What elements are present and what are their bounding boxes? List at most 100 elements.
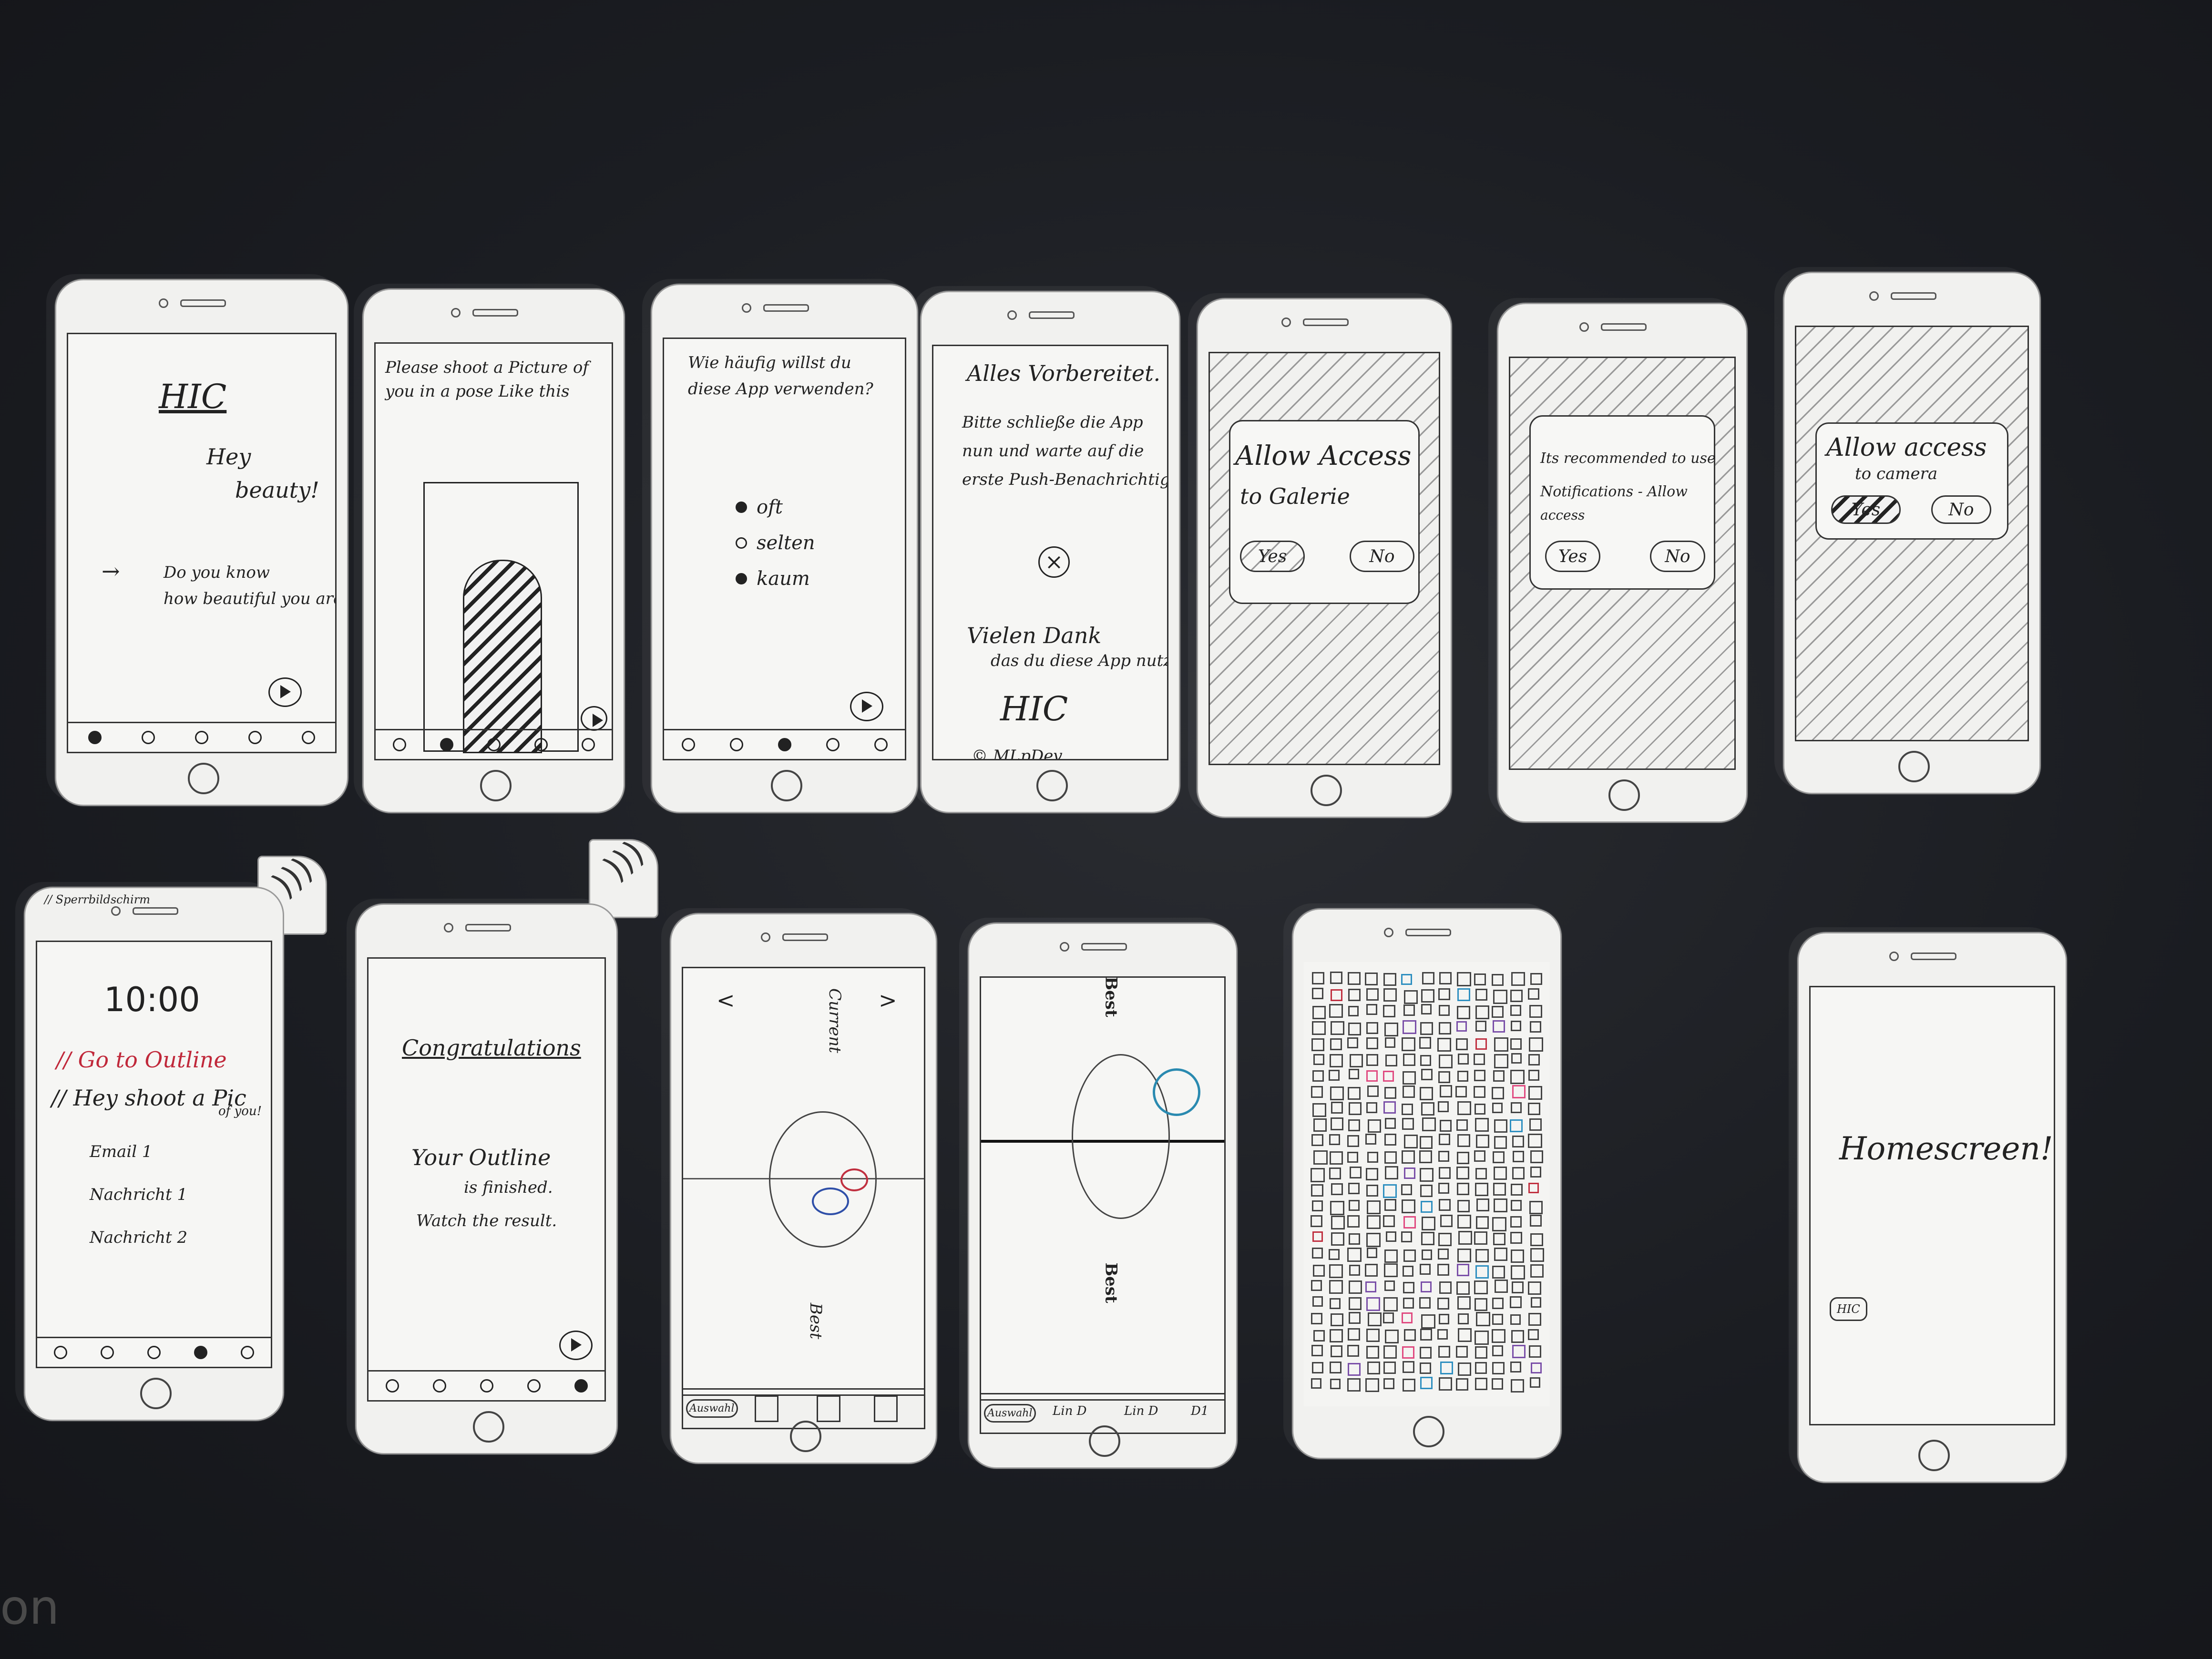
notification-email[interactable]: Email 1 [90, 1142, 153, 1161]
page-dot[interactable] [194, 1346, 207, 1359]
grid-thumb[interactable] [1422, 972, 1434, 984]
notification-shoot[interactable]: // Hey shoot a Pic [51, 1085, 246, 1111]
grid-thumb[interactable] [1474, 973, 1486, 985]
grid-thumb[interactable] [1457, 1249, 1472, 1263]
grid-thumb[interactable] [1510, 1184, 1523, 1196]
grid-thumb[interactable] [1438, 1022, 1451, 1035]
grid-thumb[interactable] [1383, 1378, 1394, 1390]
option-oft[interactable]: oft [736, 496, 783, 518]
grid-thumb[interactable] [1492, 1086, 1505, 1099]
grid-thumb[interactable] [1365, 1264, 1378, 1277]
grid-thumb[interactable] [1457, 988, 1471, 1002]
page-dot[interactable] [432, 1379, 446, 1393]
grid-thumb[interactable] [1438, 1183, 1449, 1194]
grid-thumb[interactable] [1439, 1281, 1452, 1294]
notification-message1[interactable]: Nachricht 1 [90, 1185, 187, 1204]
grid-thumb[interactable] [1348, 1022, 1361, 1035]
grid-thumb[interactable] [1311, 1313, 1323, 1325]
grid-thumb[interactable] [1492, 1151, 1505, 1163]
grid-thumb[interactable] [1493, 1198, 1507, 1213]
grid-thumb[interactable] [1510, 1069, 1525, 1084]
grid-thumb[interactable] [1312, 1021, 1326, 1035]
grid-thumb[interactable] [1439, 1377, 1453, 1391]
grid-thumb[interactable] [1403, 1053, 1415, 1066]
grid-thumb[interactable] [1383, 1312, 1394, 1323]
grid-thumb[interactable] [1403, 1281, 1415, 1293]
home-button[interactable] [1036, 770, 1068, 801]
grid-thumb[interactable] [1530, 1233, 1543, 1246]
grid-thumb[interactable] [1475, 1377, 1488, 1390]
page-dot[interactable] [248, 731, 262, 744]
grid-thumb[interactable] [1421, 1200, 1433, 1213]
grid-thumb[interactable] [1512, 1135, 1525, 1147]
grid-thumb[interactable] [1492, 1362, 1505, 1375]
page-dot[interactable] [147, 1346, 161, 1359]
grid-thumb[interactable] [1530, 1215, 1542, 1227]
grid-thumb[interactable] [1438, 1005, 1450, 1016]
grid-thumb[interactable] [1421, 1102, 1434, 1116]
grid-thumb[interactable] [1401, 1150, 1415, 1164]
grid-thumb[interactable] [1366, 1329, 1380, 1342]
grid-thumb[interactable] [1457, 1296, 1471, 1310]
grid-thumb[interactable] [1420, 1184, 1433, 1197]
grid-thumb[interactable] [1439, 1167, 1451, 1179]
grid-thumb[interactable] [1457, 1362, 1471, 1376]
grid-thumb[interactable] [1311, 1184, 1323, 1197]
next-button[interactable] [581, 706, 607, 731]
grid-thumb[interactable] [1438, 1071, 1450, 1083]
grid-thumb[interactable] [1401, 973, 1413, 985]
grid-thumb[interactable] [1420, 1086, 1434, 1100]
home-button[interactable] [1898, 751, 1930, 782]
grid-thumb[interactable] [1528, 1069, 1539, 1081]
grid-thumb[interactable] [1348, 1280, 1362, 1294]
grid-thumb[interactable] [1365, 1134, 1376, 1145]
grid-thumb[interactable] [1347, 1248, 1362, 1262]
grid-thumb[interactable] [1494, 1037, 1508, 1052]
grid-thumb[interactable] [1385, 1037, 1396, 1048]
grid-thumb[interactable] [1312, 1264, 1325, 1277]
grid-thumb[interactable] [1455, 1086, 1467, 1098]
grid-thumb[interactable] [1403, 1249, 1416, 1262]
grid-thumb[interactable] [1384, 1022, 1399, 1036]
grid-thumb[interactable] [1311, 1134, 1323, 1147]
grid-thumb[interactable] [1419, 1362, 1431, 1374]
grid-thumb[interactable] [1421, 1231, 1435, 1245]
grid-thumb[interactable] [1438, 1151, 1449, 1162]
deny-button[interactable]: No [1350, 541, 1414, 572]
grid-thumb[interactable] [1457, 1199, 1470, 1212]
grid-thumb[interactable] [1402, 1118, 1414, 1130]
grid-thumb[interactable] [1421, 1069, 1433, 1081]
grid-thumb[interactable] [1401, 1037, 1415, 1052]
grid-thumb[interactable] [1330, 1086, 1344, 1100]
grid-thumb[interactable] [1347, 1135, 1359, 1147]
close-icon[interactable]: × [1038, 546, 1070, 578]
grid-thumb[interactable] [1530, 973, 1542, 985]
grid-thumb[interactable] [1457, 1134, 1470, 1147]
grid-thumb[interactable] [1366, 1168, 1379, 1180]
grid-thumb[interactable] [1311, 1168, 1325, 1183]
grid-thumb[interactable] [1476, 1134, 1490, 1148]
grid-thumb[interactable] [1349, 1264, 1360, 1276]
grid-thumb[interactable] [1366, 1233, 1381, 1248]
grid-thumb[interactable] [1384, 1249, 1398, 1263]
grid-thumb[interactable] [1331, 1232, 1345, 1246]
grid-thumb[interactable] [1402, 1086, 1415, 1098]
grid-thumb[interactable] [1510, 1102, 1522, 1114]
grid-thumb[interactable] [1349, 1166, 1362, 1178]
grid-thumb[interactable] [1474, 1069, 1485, 1081]
select-button[interactable]: Auswahl [984, 1404, 1036, 1423]
page-dot[interactable] [385, 1379, 399, 1393]
grid-thumb[interactable] [1457, 1070, 1469, 1082]
home-button[interactable] [1413, 1416, 1444, 1447]
grid-thumb[interactable] [1347, 1344, 1360, 1357]
grid-thumb[interactable] [1457, 1264, 1470, 1276]
grid-thumb[interactable] [1492, 1329, 1505, 1343]
notification-outline[interactable]: // Go to Outline [56, 1047, 227, 1073]
deny-button[interactable]: No [1931, 495, 1991, 524]
grid-thumb[interactable] [1438, 1055, 1453, 1069]
grid-thumb[interactable] [1456, 1183, 1469, 1196]
grid-thumb[interactable] [1492, 1313, 1504, 1325]
grid-thumb[interactable] [1528, 988, 1540, 1000]
grid-thumb[interactable] [1420, 1281, 1432, 1292]
allow-button[interactable]: Yes [1545, 541, 1600, 572]
